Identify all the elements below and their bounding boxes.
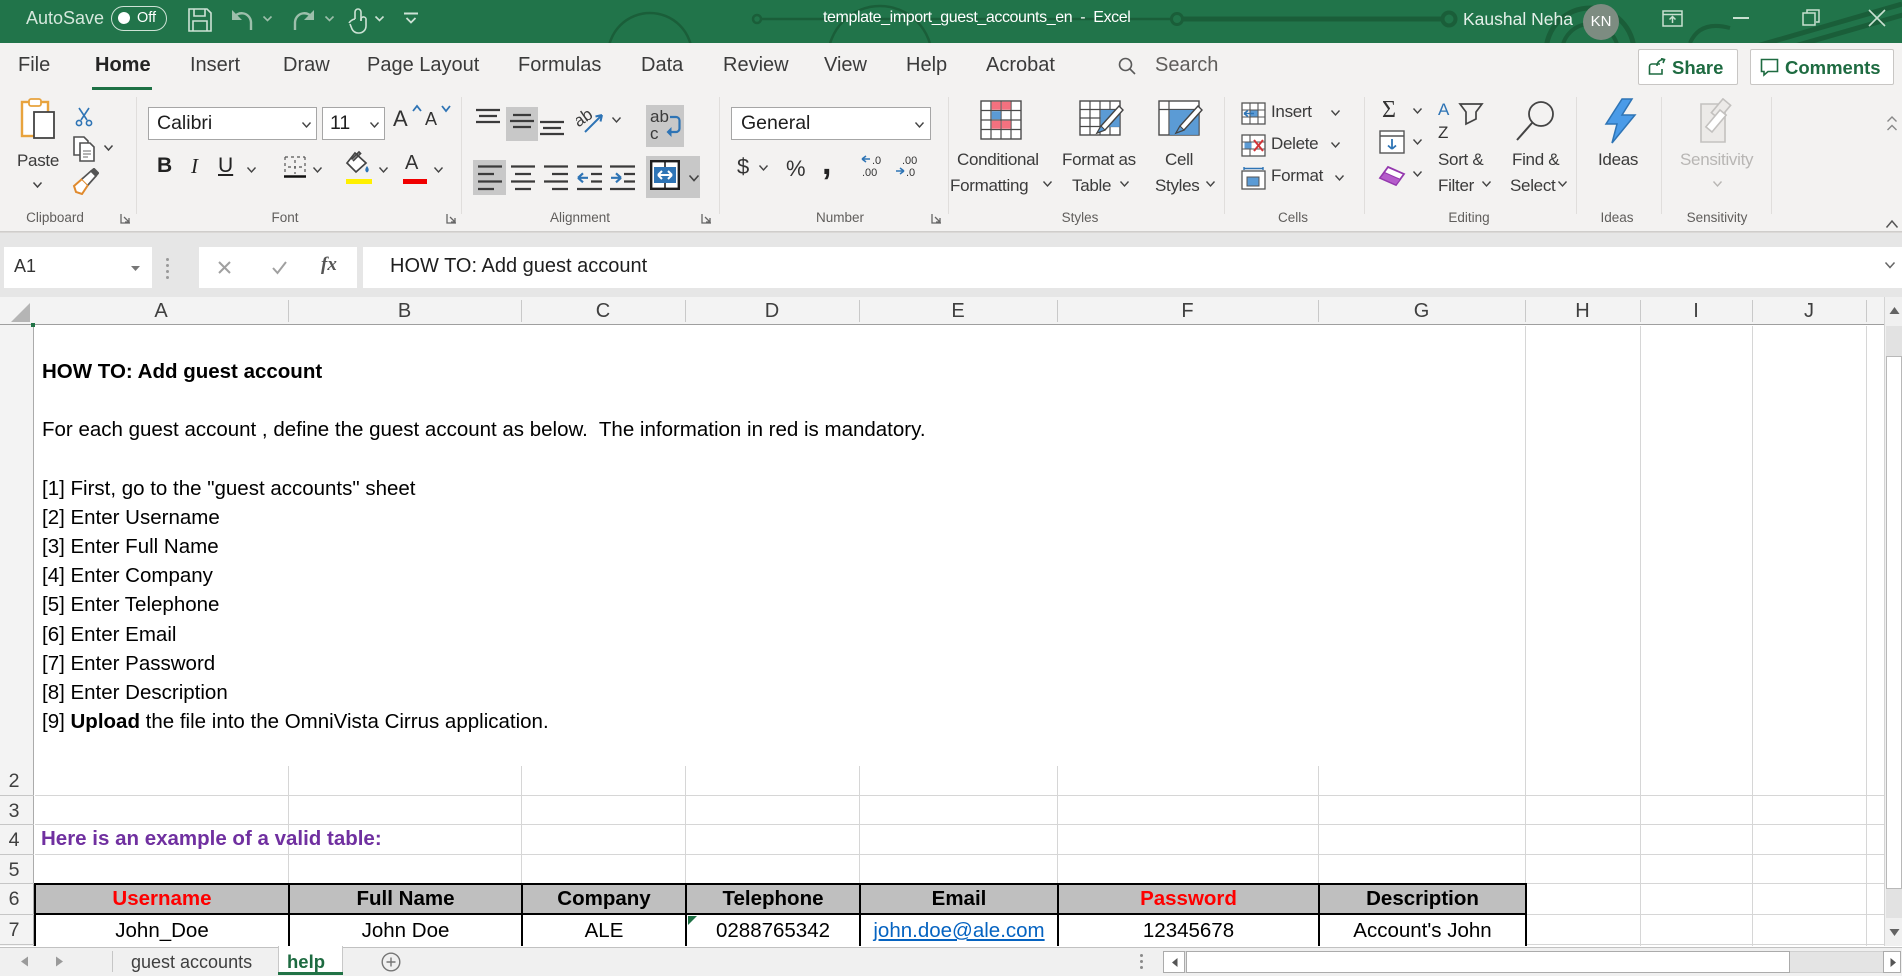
svg-text:.00: .00 <box>902 155 917 167</box>
svg-text:.00: .00 <box>862 167 877 178</box>
svg-text:.0: .0 <box>872 155 881 167</box>
svg-text:c: c <box>650 124 659 142</box>
svg-text:ab: ab <box>576 106 596 131</box>
svg-text:A: A <box>1438 100 1450 119</box>
svg-text:.0: .0 <box>906 167 915 178</box>
svg-text:Z: Z <box>1438 123 1448 142</box>
